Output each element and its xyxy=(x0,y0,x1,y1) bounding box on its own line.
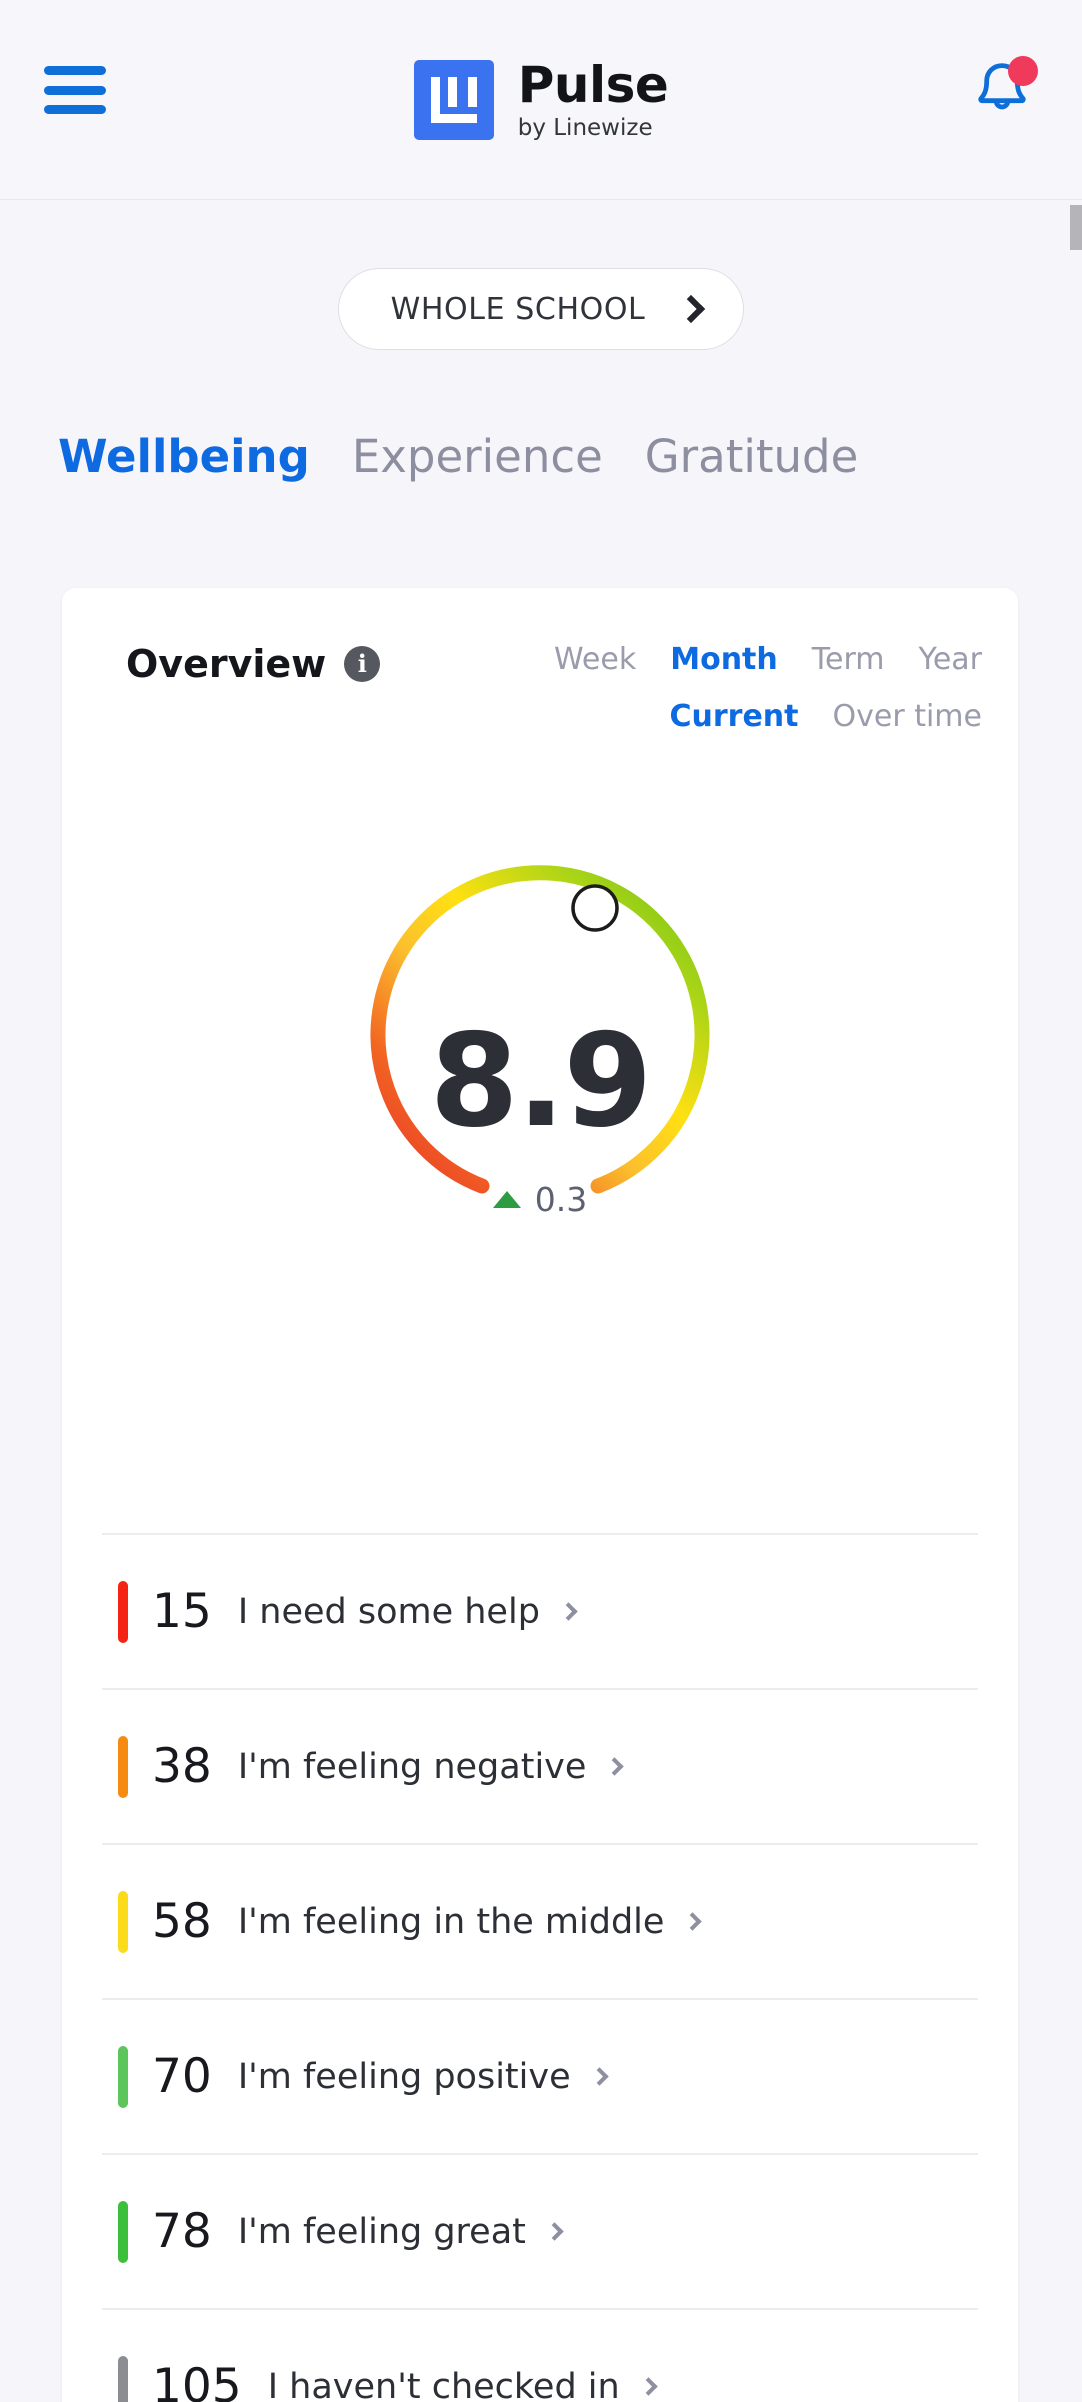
chevron-right-icon xyxy=(677,294,706,324)
chevron-right-icon[interactable] xyxy=(559,1602,578,1621)
row-count: 78 xyxy=(152,2204,212,2259)
tab-wellbeing[interactable]: Wellbeing xyxy=(58,430,310,483)
filter-month[interactable]: Month xyxy=(670,642,778,677)
overview-card: Overview i Week Month Term Year Current … xyxy=(62,588,1018,2402)
row-label: I'm feeling in the middle xyxy=(237,1901,665,1942)
table-row[interactable]: 105 I haven't checked in xyxy=(102,2308,978,2402)
wellbeing-breakdown-list: 15 I need some help 38 I'm feeling negat… xyxy=(62,1533,1018,2402)
gauge-score-value: 8.9 xyxy=(429,1007,653,1156)
hamburger-bar xyxy=(44,66,106,75)
table-row[interactable]: 15 I need some help xyxy=(102,1533,978,1688)
overview-filters: Week Month Term Year Current Over time xyxy=(554,642,982,734)
chevron-right-icon[interactable] xyxy=(589,2067,609,2086)
scope-selector-row: WHOLE SCHOOL xyxy=(0,268,1082,350)
row-count: 38 xyxy=(152,1739,212,1794)
filter-over-time[interactable]: Over time xyxy=(833,699,982,734)
row-count: 70 xyxy=(152,2049,212,2104)
overview-card-header: Overview i Week Month Term Year Current … xyxy=(62,588,1018,734)
tab-gratitude[interactable]: Gratitude xyxy=(645,430,859,483)
hamburger-bar xyxy=(44,85,106,95)
trend-up-arrow-icon xyxy=(492,1191,521,1208)
row-count: 105 xyxy=(152,2359,242,2402)
category-color-swatch xyxy=(118,2200,128,2263)
category-color-swatch xyxy=(118,2355,128,2402)
row-count: 15 xyxy=(152,1584,212,1639)
row-label: I'm feeling positive xyxy=(237,2056,571,2097)
logo-bar xyxy=(430,77,440,123)
row-label: I'm feeling negative xyxy=(237,1746,587,1787)
chevron-right-icon[interactable] xyxy=(639,2377,658,2396)
filter-year[interactable]: Year xyxy=(918,642,982,677)
app-subtitle: by Linewize xyxy=(517,115,653,142)
hamburger-menu-icon[interactable] xyxy=(44,66,106,114)
chevron-right-icon[interactable] xyxy=(683,1912,703,1931)
filter-current[interactable]: Current xyxy=(670,699,799,734)
overview-title-group: Overview i xyxy=(126,642,381,686)
tab-experience[interactable]: Experience xyxy=(352,430,603,483)
table-row[interactable]: 70 I'm feeling positive xyxy=(102,1998,978,2153)
notification-badge-dot xyxy=(1008,56,1038,86)
linewize-pulse-logo-icon xyxy=(413,60,494,140)
scrollbar-thumb[interactable] xyxy=(1070,205,1082,250)
notification-bell-icon[interactable] xyxy=(966,56,1038,128)
category-color-swatch xyxy=(118,1580,128,1643)
page-title: Overview xyxy=(126,642,327,686)
table-row[interactable]: 78 I'm feeling great xyxy=(102,2153,978,2308)
view-filter-group: Current Over time xyxy=(670,699,983,734)
row-count: 58 xyxy=(152,1894,212,1949)
category-color-swatch xyxy=(118,2045,128,2108)
gauge-delta: 0.3 xyxy=(62,1180,1018,1219)
section-tabs: Wellbeing Experience Gratitude xyxy=(0,430,1082,483)
gauge-delta-value: 0.3 xyxy=(534,1180,588,1219)
info-icon[interactable]: i xyxy=(344,646,381,682)
table-row[interactable]: 58 I'm feeling in the middle xyxy=(102,1843,978,1998)
logo-bar xyxy=(467,77,477,107)
category-color-swatch xyxy=(118,1890,128,1953)
brand: Pulse by Linewize xyxy=(0,0,1082,200)
chevron-right-icon[interactable] xyxy=(605,1757,625,1776)
row-label: I'm feeling great xyxy=(237,2211,526,2252)
gauge-marker-handle xyxy=(571,884,619,932)
app-root: Pulse by Linewize WHOLE SCHOOL Wellbeing… xyxy=(0,0,1082,2402)
app-header: Pulse by Linewize xyxy=(0,0,1082,200)
table-row[interactable]: 38 I'm feeling negative xyxy=(102,1688,978,1843)
brand-text: Pulse by Linewize xyxy=(518,59,669,142)
row-label: I need some help xyxy=(237,1591,540,1632)
whole-school-selector[interactable]: WHOLE SCHOOL xyxy=(337,268,745,350)
row-label: I haven't checked in xyxy=(267,2366,620,2402)
scope-selector-label: WHOLE SCHOOL xyxy=(390,291,646,327)
page-scrollbar[interactable] xyxy=(1070,200,1082,2402)
hamburger-bar xyxy=(44,105,106,114)
logo-bar xyxy=(430,114,477,123)
category-color-swatch xyxy=(118,1735,128,1798)
chevron-right-icon[interactable] xyxy=(545,2222,564,2241)
filter-week[interactable]: Week xyxy=(554,642,636,677)
app-title: Pulse xyxy=(517,55,669,114)
logo-bar xyxy=(447,77,457,107)
wellbeing-gauge-chart: 8.9 0.3 xyxy=(62,858,1018,1258)
period-filter-group: Week Month Term Year xyxy=(554,642,982,677)
filter-term[interactable]: Term xyxy=(812,642,885,677)
